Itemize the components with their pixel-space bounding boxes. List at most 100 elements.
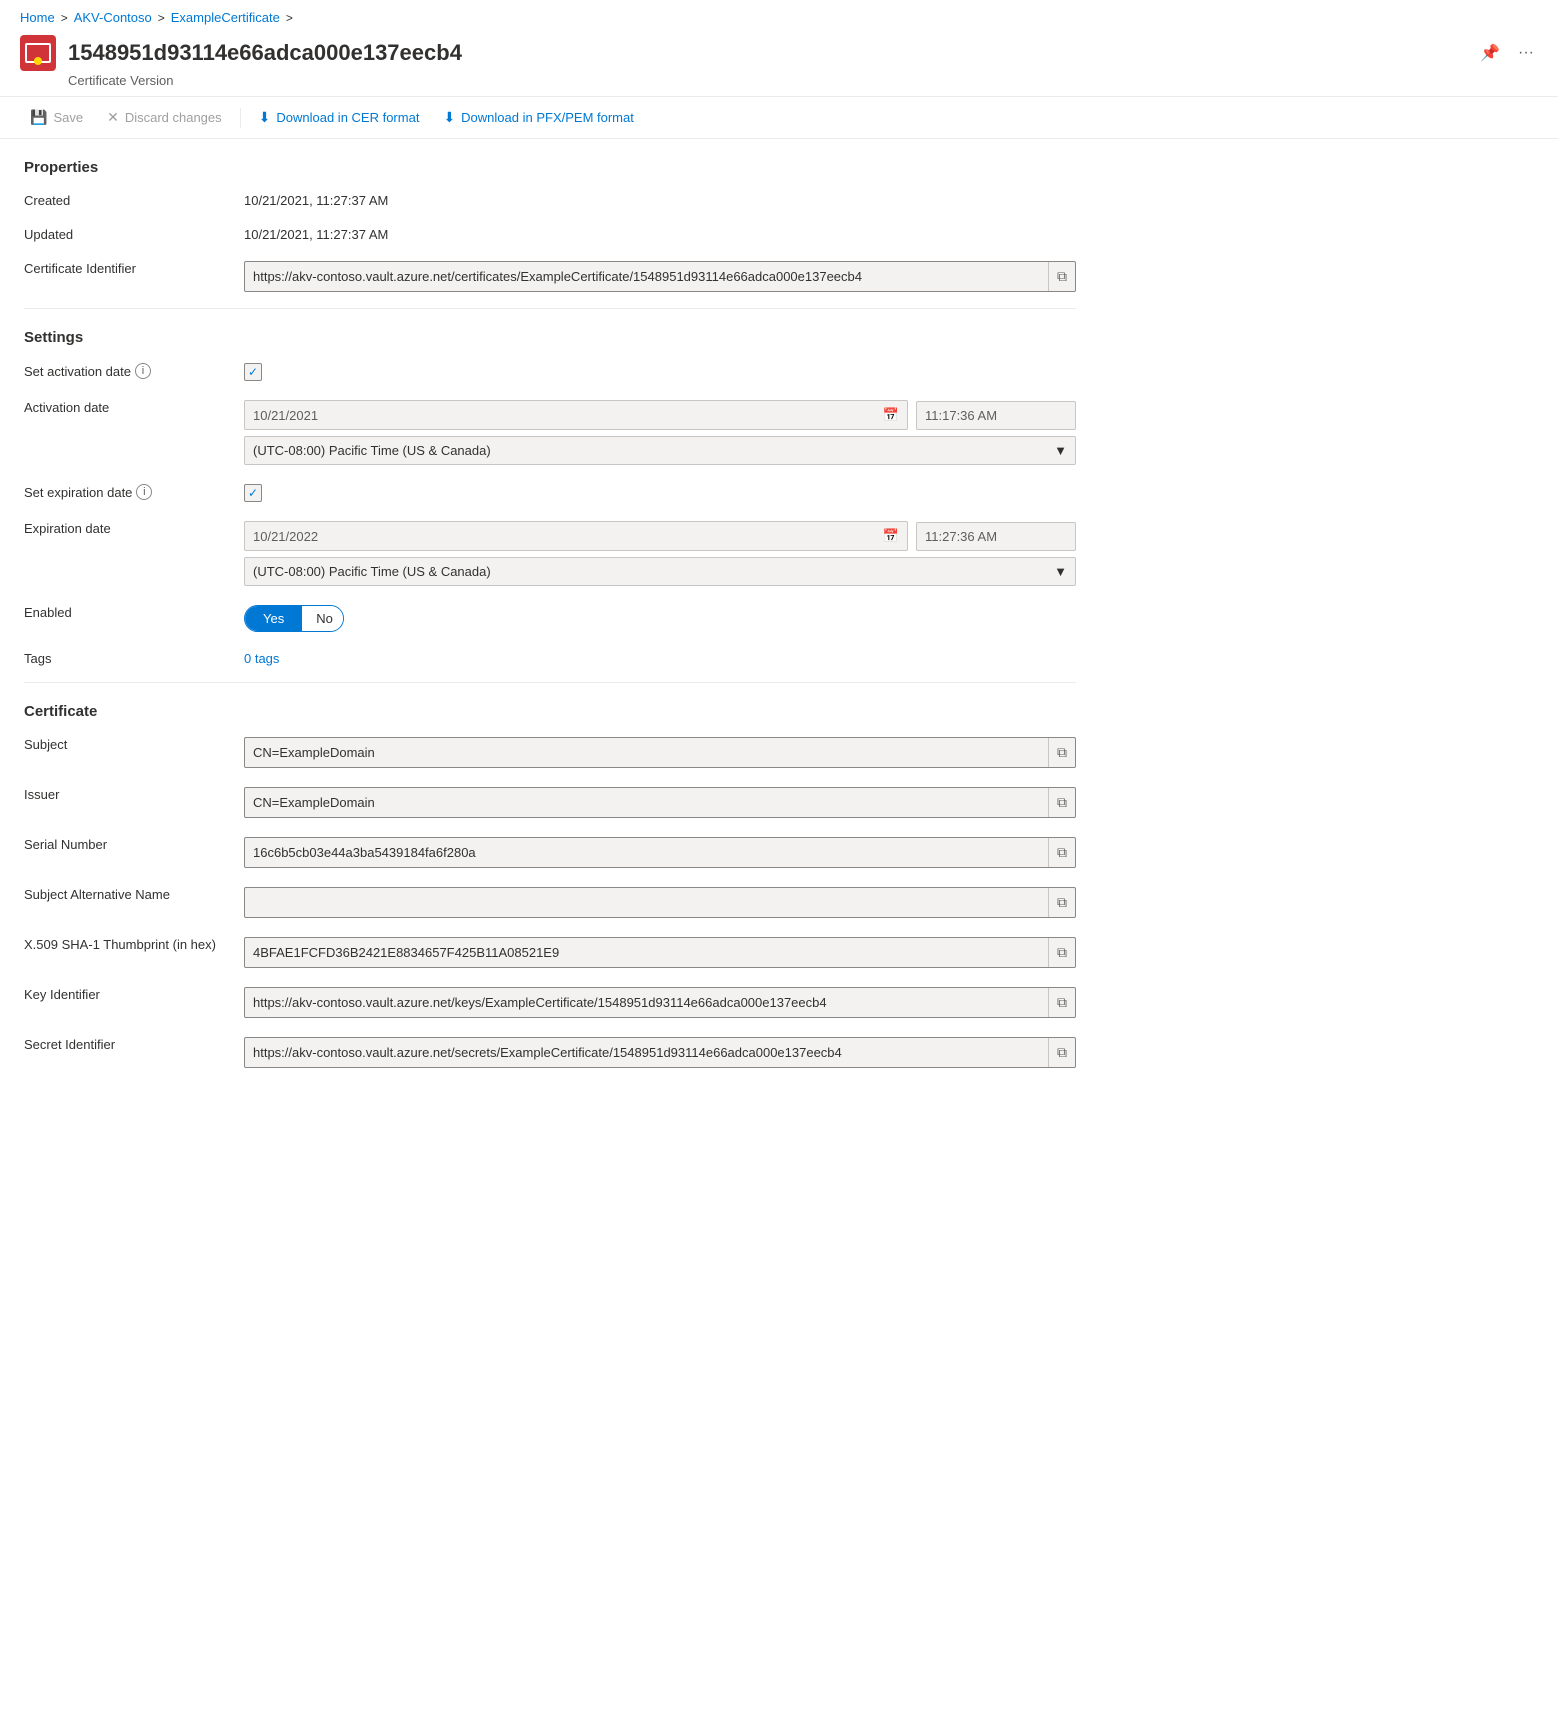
cert-id-value: https://akv-contoso.vault.azure.net/cert… [244, 256, 1076, 292]
tags-label: Tags [24, 646, 244, 666]
secret-id-value: https://akv-contoso.vault.azure.net/secr… [244, 1032, 1076, 1068]
breadcrumb-home[interactable]: Home [20, 10, 55, 25]
cert-id-field-row: Certificate Identifier https://akv-conto… [24, 256, 1076, 292]
download-cer-icon: ⬇ [259, 109, 271, 126]
expiration-tz-select[interactable]: (UTC-08:00) Pacific Time (US & Canada) ▼ [244, 557, 1076, 586]
tags-row: Tags 0 tags [24, 646, 1076, 666]
more-icon[interactable]: ··· [1514, 40, 1538, 66]
created-field-row: Created 10/21/2021, 11:27:37 AM [24, 188, 1076, 208]
discard-button[interactable]: ✕ Discard changes [97, 103, 232, 132]
main-content: Properties Created 10/21/2021, 11:27:37 … [0, 139, 1100, 1102]
subject-value: CN=ExampleDomain ⧉ [244, 732, 1076, 768]
created-label: Created [24, 188, 244, 208]
toolbar-separator [240, 108, 241, 128]
page-title: 1548951d93114e66adca000e137eecb4 [68, 40, 1464, 66]
secret-id-label: Secret Identifier [24, 1032, 244, 1052]
tags-link[interactable]: 0 tags [244, 651, 279, 666]
secret-id-row: Secret Identifier https://akv-contoso.va… [24, 1032, 1076, 1068]
expiration-date-input[interactable]: 10/21/2022 📅 [244, 521, 908, 551]
activation-time-input[interactable]: 11:17:36 AM [916, 401, 1076, 430]
activation-tz-select[interactable]: (UTC-08:00) Pacific Time (US & Canada) ▼ [244, 436, 1076, 465]
pin-icon[interactable]: 📌 [1476, 39, 1504, 67]
subject-label: Subject [24, 732, 244, 752]
set-activation-label: Set activation date i [24, 358, 244, 379]
toolbar: 💾 Save ✕ Discard changes ⬇ Download in C… [0, 96, 1558, 139]
set-expiration-row: Set expiration date i [24, 479, 1076, 502]
breadcrumb: Home > AKV-Contoso > ExampleCertificate … [0, 0, 1558, 29]
expiration-date-row: Expiration date 10/21/2022 📅 11:27:36 AM… [24, 516, 1076, 586]
san-input: ⧉ [244, 887, 1076, 918]
san-value: ⧉ [244, 882, 1076, 918]
issuer-label: Issuer [24, 782, 244, 802]
activation-checkbox[interactable] [244, 363, 262, 381]
activation-date-row: Activation date 10/21/2021 📅 11:17:36 AM… [24, 395, 1076, 465]
created-value: 10/21/2021, 11:27:37 AM [244, 188, 1076, 208]
expiration-date-label: Expiration date [24, 516, 244, 536]
activation-date-input[interactable]: 10/21/2021 📅 [244, 400, 908, 430]
issuer-copy-button[interactable]: ⧉ [1048, 788, 1075, 817]
expiration-checkbox[interactable] [244, 484, 262, 502]
activation-info-icon[interactable]: i [135, 363, 151, 379]
set-expiration-value [244, 479, 1076, 502]
download-pfx-icon: ⬇ [443, 109, 455, 126]
subject-input: CN=ExampleDomain ⧉ [244, 737, 1076, 768]
set-activation-value [244, 358, 1076, 381]
san-label: Subject Alternative Name [24, 882, 244, 902]
divider-1 [24, 308, 1076, 309]
serial-copy-button[interactable]: ⧉ [1048, 838, 1075, 867]
activation-date-label: Activation date [24, 395, 244, 415]
breadcrumb-akv[interactable]: AKV-Contoso [74, 10, 152, 25]
breadcrumb-sep-1: > [61, 11, 68, 25]
breadcrumb-sep-3: > [286, 11, 293, 25]
enabled-label: Enabled [24, 600, 244, 620]
page-subtitle: Certificate Version [0, 73, 1558, 96]
thumbprint-copy-button[interactable]: ⧉ [1048, 938, 1075, 967]
san-copy-button[interactable]: ⧉ [1048, 888, 1075, 917]
activation-checkbox-row [244, 363, 1076, 381]
expiration-tz-chevron-icon: ▼ [1054, 564, 1067, 579]
issuer-value: CN=ExampleDomain ⧉ [244, 782, 1076, 818]
activation-calendar-icon: 📅 [883, 407, 899, 423]
thumbprint-label: X.509 SHA-1 Thumbprint (in hex) [24, 932, 244, 952]
updated-value: 10/21/2021, 11:27:37 AM [244, 222, 1076, 242]
expiration-checkbox-row [244, 484, 1076, 502]
serial-value: 16c6b5cb03e44a3ba5439184fa6f280a ⧉ [244, 832, 1076, 868]
download-pfx-button[interactable]: ⬇ Download in PFX/PEM format [433, 103, 643, 132]
thumbprint-value: 4BFAE1FCFD36B2421E8834657F425B11A08521E9… [244, 932, 1076, 968]
settings-section-title: Settings [24, 329, 1076, 346]
download-cer-button[interactable]: ⬇ Download in CER format [249, 103, 430, 132]
subject-row: Subject CN=ExampleDomain ⧉ [24, 732, 1076, 768]
breadcrumb-cert[interactable]: ExampleCertificate [171, 10, 280, 25]
serial-input: 16c6b5cb03e44a3ba5439184fa6f280a ⧉ [244, 837, 1076, 868]
updated-label: Updated [24, 222, 244, 242]
save-button[interactable]: 💾 Save [20, 103, 93, 132]
issuer-input: CN=ExampleDomain ⧉ [244, 787, 1076, 818]
enabled-value: Yes No [244, 600, 1076, 632]
toggle-yes[interactable]: Yes [245, 606, 302, 631]
key-id-copy-button[interactable]: ⧉ [1048, 988, 1075, 1017]
cert-id-label: Certificate Identifier [24, 256, 244, 276]
secret-id-copy-button[interactable]: ⧉ [1048, 1038, 1075, 1067]
expiration-calendar-icon: 📅 [883, 528, 899, 544]
cert-id-copy-button[interactable]: ⧉ [1048, 262, 1075, 291]
san-row: Subject Alternative Name ⧉ [24, 882, 1076, 918]
key-id-label: Key Identifier [24, 982, 244, 1002]
thumbprint-input: 4BFAE1FCFD36B2421E8834657F425B11A08521E9… [244, 937, 1076, 968]
serial-row: Serial Number 16c6b5cb03e44a3ba5439184fa… [24, 832, 1076, 868]
cert-icon [20, 35, 56, 71]
discard-icon: ✕ [107, 109, 119, 126]
toggle-no[interactable]: No [302, 606, 344, 631]
set-expiration-label: Set expiration date i [24, 479, 244, 500]
breadcrumb-sep-2: > [158, 11, 165, 25]
expiration-info-icon[interactable]: i [136, 484, 152, 500]
enabled-toggle[interactable]: Yes No [244, 605, 344, 632]
key-id-value: https://akv-contoso.vault.azure.net/keys… [244, 982, 1076, 1018]
enabled-row: Enabled Yes No [24, 600, 1076, 632]
subject-copy-button[interactable]: ⧉ [1048, 738, 1075, 767]
expiration-time-input[interactable]: 11:27:36 AM [916, 522, 1076, 551]
updated-field-row: Updated 10/21/2021, 11:27:37 AM [24, 222, 1076, 242]
issuer-row: Issuer CN=ExampleDomain ⧉ [24, 782, 1076, 818]
expiration-date-time: 10/21/2022 📅 11:27:36 AM [244, 521, 1076, 551]
activation-date-time: 10/21/2021 📅 11:17:36 AM [244, 400, 1076, 430]
secret-id-input: https://akv-contoso.vault.azure.net/secr… [244, 1037, 1076, 1068]
